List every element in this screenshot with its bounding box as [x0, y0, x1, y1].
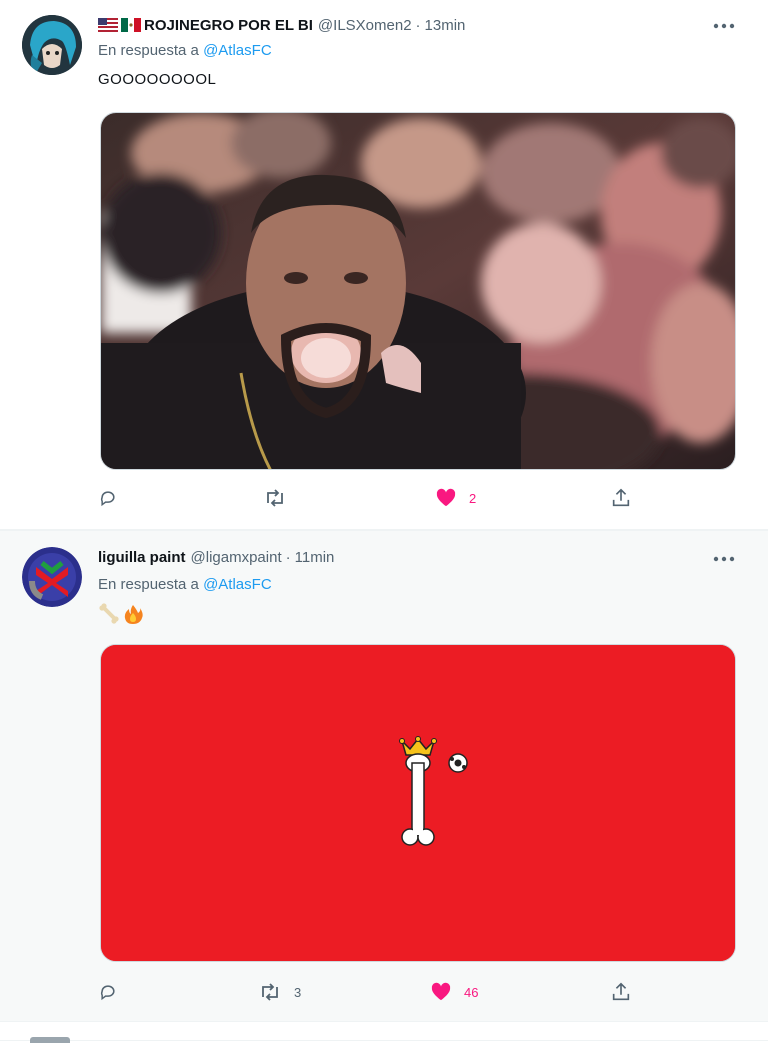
tweet-header: ROJINEGRO POR EL BI @ILSXomen2 · 13min: [98, 14, 465, 36]
mexico-flag-icon: [121, 18, 141, 32]
reply-prefix: En respuesta a: [98, 42, 199, 59]
avatar[interactable]: [22, 547, 82, 607]
author-name[interactable]: liguilla paint: [98, 549, 186, 566]
more-options-button[interactable]: [710, 14, 738, 38]
like-count: 2: [469, 490, 477, 506]
timestamp[interactable]: 13min: [425, 17, 466, 34]
share-icon: [612, 982, 630, 1001]
retweet-count: 3: [294, 984, 302, 1000]
reply-context: En respuesta a @AtlasFC: [98, 576, 272, 593]
like-button[interactable]: 46: [430, 978, 478, 1006]
us-flag-icon: [98, 18, 118, 32]
crowd-photo-image: [101, 113, 735, 469]
reply-mention-link[interactable]: @AtlasFC: [203, 42, 272, 59]
reply-mention-link[interactable]: @AtlasFC: [203, 576, 272, 593]
separator-dot: ·: [415, 16, 421, 34]
like-count: 46: [464, 984, 479, 1000]
tweet-partial[interactable]: [0, 1022, 768, 1043]
reply-icon: [100, 491, 115, 507]
author-handle[interactable]: @ligamxpaint: [191, 549, 282, 566]
share-button[interactable]: [610, 978, 632, 1006]
more-icon: [713, 556, 735, 562]
reply-prefix: En respuesta a: [98, 576, 199, 593]
heart-icon: [436, 488, 456, 507]
tweet-actions: 2: [98, 484, 638, 512]
separator-dot: ·: [285, 548, 291, 566]
tweet-text-emojis: [98, 603, 144, 625]
heart-icon: [431, 982, 451, 1001]
fire-emoji-icon: [124, 605, 143, 624]
author-name[interactable]: ROJINEGRO POR EL BI: [144, 17, 313, 34]
retweet-icon: [267, 489, 283, 507]
avatar[interactable]: [30, 1037, 70, 1043]
reply-context: En respuesta a @AtlasFC: [98, 42, 272, 59]
reply-button[interactable]: [98, 978, 130, 1006]
avatar[interactable]: [22, 15, 82, 75]
bone-emoji-icon: [99, 603, 119, 624]
author-handle[interactable]: @ILSXomen2: [318, 17, 412, 34]
like-button[interactable]: 2: [435, 484, 476, 512]
timestamp[interactable]: 11min: [295, 549, 335, 566]
retweet-icon: [262, 983, 278, 1001]
more-options-button[interactable]: [710, 547, 738, 571]
retweet-button[interactable]: 3: [258, 978, 301, 1006]
retweet-button[interactable]: [263, 484, 299, 512]
tweet-media-photo[interactable]: [100, 112, 736, 470]
share-button[interactable]: [610, 484, 632, 512]
tweet-header: liguilla paint @ligamxpaint · 11min: [98, 546, 334, 568]
tweet[interactable]: ROJINEGRO POR EL BI @ILSXomen2 · 13min E…: [0, 0, 768, 530]
tweet-text: GOOOOOOOOL: [98, 71, 217, 88]
crowned-bone-image: [101, 645, 735, 961]
share-icon: [612, 488, 630, 507]
tweet-actions: 3 46: [98, 978, 638, 1006]
reply-icon: [100, 985, 115, 1001]
reply-button[interactable]: [98, 484, 130, 512]
tweet-media-image[interactable]: [100, 644, 736, 962]
more-icon: [713, 23, 735, 29]
